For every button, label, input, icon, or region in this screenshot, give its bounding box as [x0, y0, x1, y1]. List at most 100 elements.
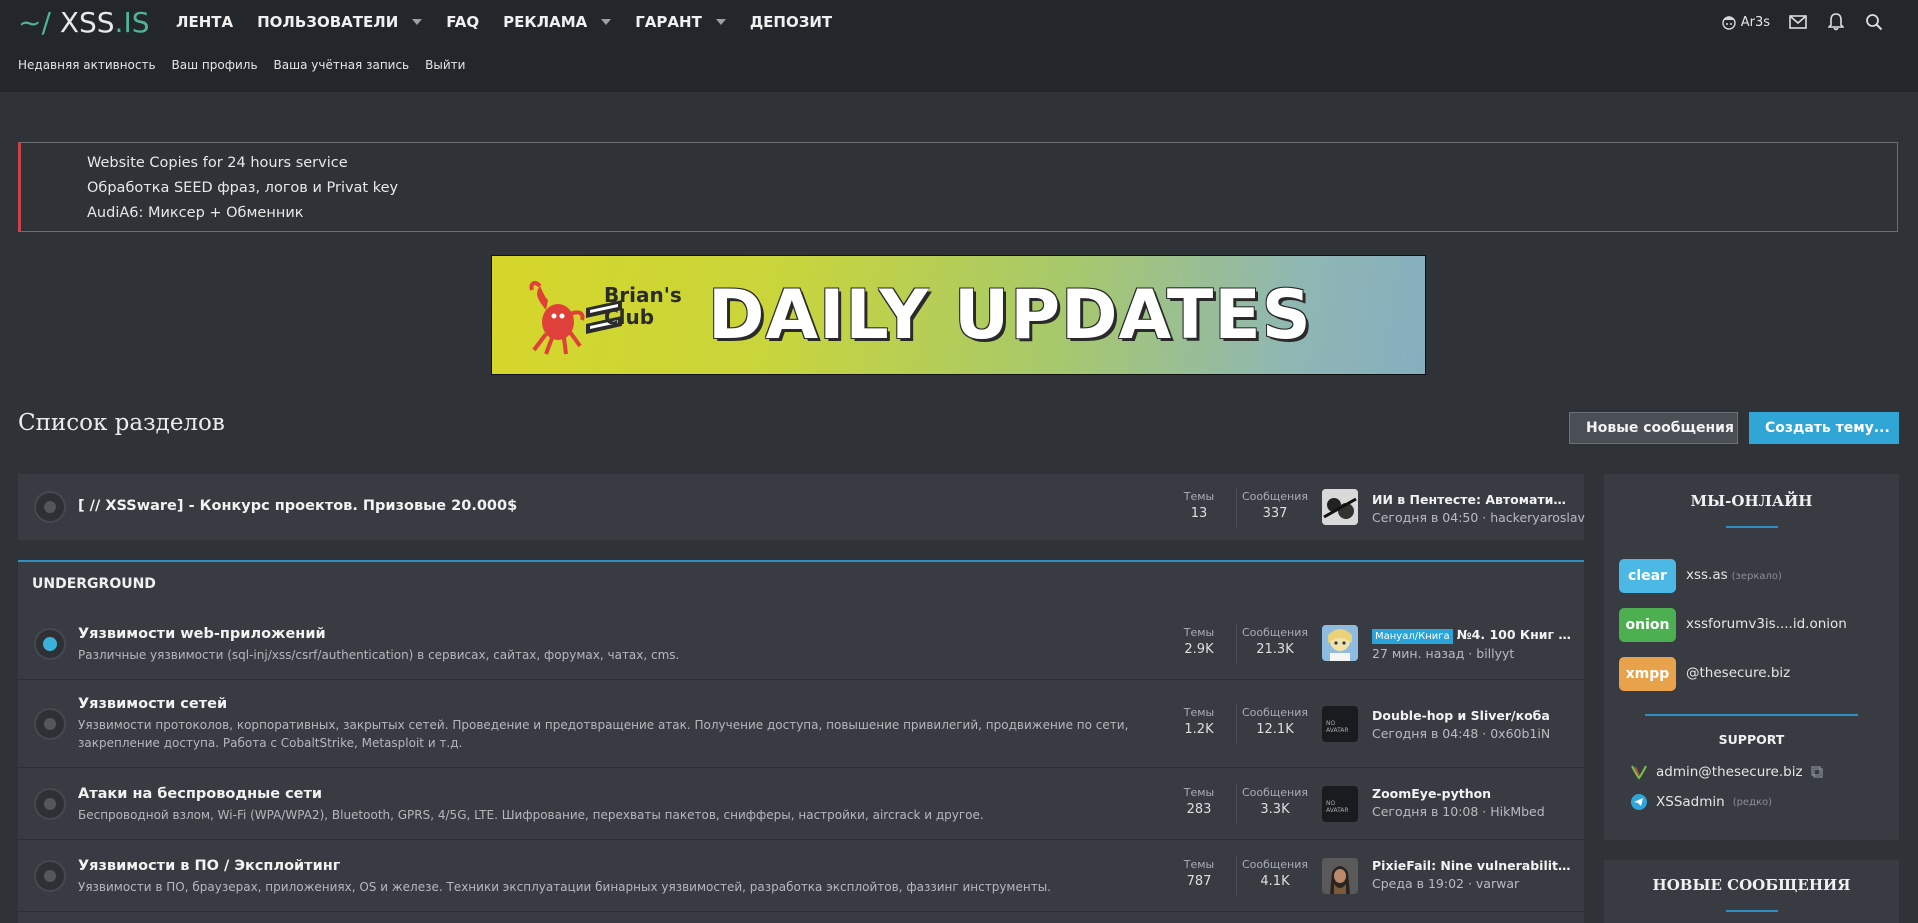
- avatar[interactable]: NO AVATAR: [1322, 706, 1358, 742]
- forum-row[interactable]: Атаки на беспроводные сети Беспроводной …: [18, 768, 1584, 840]
- hat-icon: [1722, 16, 1736, 30]
- create-thread-button[interactable]: Создать тему...: [1749, 412, 1899, 444]
- nav-feed[interactable]: ЛЕНТА: [164, 0, 245, 44]
- mirror-chip-xmpp[interactable]: xmpp: [1619, 657, 1676, 691]
- nav-ads[interactable]: РЕКЛАМА: [491, 0, 623, 44]
- chevron-down-icon[interactable]: [715, 19, 726, 25]
- last-post-title[interactable]: ИИ в Пентесте: Автоматизиров...: [1372, 492, 1572, 507]
- site-logo[interactable]: ~/ XSS.IS: [18, 5, 149, 41]
- mirror-chip-onion[interactable]: onion: [1619, 608, 1676, 642]
- notice-link[interactable]: Website Copies for 24 hours service: [87, 151, 1897, 176]
- last-post-meta[interactable]: Сегодня в 04:48 · 0x60b1iN: [1372, 726, 1550, 741]
- last-post-title[interactable]: PixieFail: Nine vulnerabilities I...: [1372, 858, 1572, 873]
- chevron-down-icon[interactable]: [412, 19, 423, 25]
- banner-headline: DAILY UPDATES: [708, 276, 1312, 355]
- last-post-title[interactable]: Double-hop и Sliver/коба: [1372, 708, 1572, 723]
- chevron-down-icon[interactable]: [601, 19, 612, 25]
- stat-divider: [1236, 855, 1237, 895]
- online-widget-title: МЫ-ОНЛАЙН: [1690, 492, 1813, 510]
- section-divider: [1645, 714, 1858, 716]
- category-header[interactable]: UNDERGROUND: [18, 560, 1584, 608]
- user-nav: Ar3s: [1721, 8, 1884, 36]
- forum-row[interactable]: Уязвимости в ПО / Эксплойтинг Уязвимости…: [18, 840, 1584, 912]
- bell-icon[interactable]: [1826, 12, 1846, 32]
- forum-description: Уязвимости в ПО, браузерах, приложениях,…: [78, 880, 1051, 894]
- notice-box: Website Copies for 24 hours service Обра…: [18, 142, 1898, 232]
- last-post-meta[interactable]: Среда в 19:02 · varwar: [1372, 876, 1519, 891]
- title-underline: [1726, 910, 1778, 912]
- support-title: SUPPORT: [1718, 732, 1785, 747]
- forum-status-icon: [34, 628, 66, 660]
- pinned-forum-row[interactable]: [ // XSSware] - Конкурс проектов. Призов…: [18, 474, 1585, 540]
- stat-divider: [1236, 703, 1237, 743]
- forum-list: Уязвимости web-приложений Различные уязв…: [18, 608, 1584, 923]
- threads-stat: Темы 13: [1183, 490, 1215, 521]
- last-post-meta[interactable]: 27 мин. назад · billyyt: [1372, 646, 1514, 661]
- forum-title[interactable]: Уязвимости сетей: [78, 696, 227, 712]
- telegram-icon: [1631, 794, 1647, 810]
- last-post-title[interactable]: ZoomEye-python: [1372, 786, 1572, 801]
- ad-banner[interactable]: Brian's Club DAILY UPDATES: [491, 255, 1426, 375]
- subnav-profile[interactable]: Ваш профиль: [172, 58, 258, 72]
- stat-divider: [1236, 623, 1237, 663]
- posts-stat: Сообщения 12.1K: [1241, 706, 1308, 737]
- posts-stat: Сообщения 21.3K: [1241, 626, 1308, 657]
- stat-divider: [1236, 487, 1237, 527]
- threads-stat: Темы 2.9K: [1183, 626, 1215, 657]
- logo-tld: .IS: [114, 6, 150, 39]
- last-post-title[interactable]: Мануал/Книга№4. 100 Книг дл...: [1372, 627, 1572, 644]
- support-contact[interactable]: XSSadmin (редко): [1630, 793, 1772, 811]
- new-posts-button[interactable]: Новые сообщения: [1569, 412, 1738, 444]
- mirror-link[interactable]: xss.as (зеркало): [1686, 567, 1782, 583]
- search-icon[interactable]: [1864, 12, 1884, 32]
- top-bar: ~/ XSS.IS ЛЕНТА ПОЛЬЗОВАТЕЛИ FAQ РЕКЛАМА…: [0, 0, 1918, 92]
- nav-users[interactable]: ПОЛЬЗОВАТЕЛИ: [245, 0, 434, 44]
- threads-stat: Темы 283: [1183, 786, 1215, 817]
- notice-link[interactable]: Обработка SEED фраз, логов и Privat key: [87, 176, 1897, 201]
- subnav-logout[interactable]: Выйти: [425, 58, 465, 72]
- subnav-account[interactable]: Ваша учётная запись: [274, 58, 410, 72]
- subnav-recent-activity[interactable]: Недавняя активность: [18, 58, 156, 72]
- forum-status-icon: [34, 788, 66, 820]
- forum-description: Беспроводной взлом, Wi-Fi (WPA/WPA2), Bl…: [78, 808, 984, 822]
- nav-guarantor[interactable]: ГАРАНТ: [623, 0, 738, 44]
- page-title: Список разделов: [18, 410, 225, 436]
- avatar[interactable]: [1322, 858, 1358, 894]
- posts-stat: Сообщения 4.1K: [1241, 858, 1308, 889]
- mirror-link[interactable]: @thesecure.biz: [1686, 665, 1790, 681]
- support-contact[interactable]: admin@thesecure.biz: [1630, 764, 1823, 780]
- jabber-icon: [1631, 765, 1647, 780]
- title-underline: [1726, 526, 1778, 528]
- last-post-meta[interactable]: Сегодня в 10:08 · HikMbed: [1372, 804, 1545, 819]
- forum-row[interactable]: Уязвимости сетей Уязвимости протоколов, …: [18, 680, 1584, 768]
- forum-row[interactable]: Уязвимости web-приложений Различные уязв…: [18, 608, 1584, 680]
- notice-link[interactable]: AudiA6: Миксер + Обменник: [87, 201, 1897, 226]
- copy-icon[interactable]: [1810, 766, 1823, 778]
- nav-faq[interactable]: FAQ: [434, 0, 491, 44]
- forum-title[interactable]: Атаки на беспроводные сети: [78, 786, 322, 802]
- threads-stat: Темы 787: [1183, 858, 1215, 889]
- mirror-link[interactable]: xssforumv3is....id.onion: [1686, 616, 1847, 632]
- last-post-meta[interactable]: Сегодня в 04:50 · hackeryaroslav: [1372, 510, 1585, 525]
- envelope-icon[interactable]: [1788, 12, 1808, 32]
- logo-tilde: ~/: [18, 6, 51, 39]
- username[interactable]: Ar3s: [1741, 15, 1770, 30]
- stat-divider: [1236, 783, 1237, 823]
- forum-title[interactable]: [ // XSSware] - Конкурс проектов. Призов…: [78, 498, 517, 514]
- banner-brand: Brian's Club: [604, 283, 682, 329]
- avatar[interactable]: [1322, 625, 1358, 661]
- thread-prefix-badge[interactable]: Мануал/Книга: [1372, 629, 1453, 644]
- user-account-link[interactable]: Ar3s: [1721, 14, 1770, 30]
- account-subnav: Недавняя активность Ваш профиль Ваша учё…: [18, 58, 465, 72]
- logo-name: XSS: [59, 6, 115, 39]
- forum-title[interactable]: Уязвимости в ПО / Эксплойтинг: [78, 858, 340, 874]
- main-nav: ЛЕНТА ПОЛЬЗОВАТЕЛИ FAQ РЕКЛАМА ГАРАНТ ДЕ…: [164, 0, 844, 44]
- nav-deposit[interactable]: ДЕПОЗИТ: [738, 0, 844, 44]
- avatar[interactable]: [1322, 489, 1358, 525]
- forum-status-icon: [34, 860, 66, 892]
- forum-title[interactable]: Уязвимости web-приложений: [78, 626, 326, 642]
- posts-stat: Сообщения 337: [1241, 490, 1308, 521]
- mirror-chip-clear[interactable]: clear: [1619, 559, 1676, 593]
- forum-description: Уязвимости протоколов, корпоративных, за…: [78, 718, 1129, 750]
- avatar[interactable]: NO AVATAR: [1322, 786, 1358, 822]
